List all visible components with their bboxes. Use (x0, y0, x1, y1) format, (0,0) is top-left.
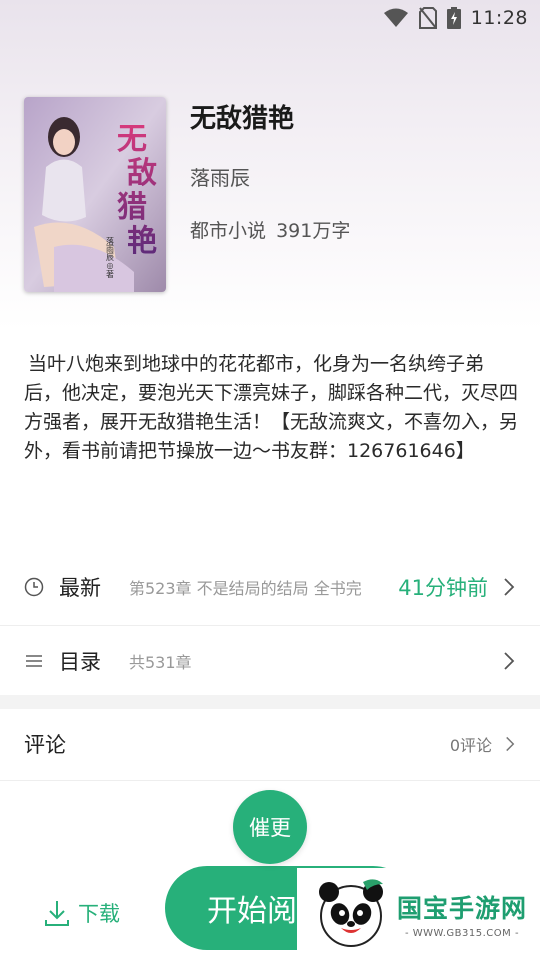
book-category: 都市小说 (190, 220, 267, 242)
chevron-right-icon (504, 578, 515, 596)
latest-update-time: 41分钟前 (398, 576, 488, 600)
section-divider (0, 695, 540, 709)
comments-count: 0评论 (449, 736, 492, 755)
divider (0, 780, 540, 781)
watermark-url: - WWW.GB315.COM - (404, 928, 520, 939)
comments-row[interactable]: 评论 0评论 (0, 709, 540, 779)
latest-chapter-row[interactable]: 最新 第523章 不是结局的结局 全书完 41分钟前 (0, 553, 540, 621)
status-time: 11:28 (470, 7, 528, 29)
battery-charging-icon (446, 7, 461, 29)
panda-logo (319, 879, 383, 947)
toc-label: 目录 (59, 650, 101, 674)
table-of-contents-row[interactable]: 目录 共531章 (0, 627, 540, 695)
cover-author-text: 落雨辰◎著 (106, 236, 115, 279)
download-label: 下载 (78, 902, 120, 926)
list-icon (26, 655, 42, 667)
clock-icon (24, 577, 44, 597)
book-cover[interactable]: 无敌猎艳 落雨辰◎著 (24, 97, 166, 292)
chevron-right-icon (506, 736, 515, 752)
chevron-right-icon (504, 652, 515, 670)
status-bar: 11:28 (0, 0, 540, 36)
latest-chapter-title: 第523章 不是结局的结局 全书完 (129, 579, 362, 598)
book-word-count: 391万字 (276, 220, 351, 242)
watermark-overlay: 国宝手游网 - WWW.GB315.COM - (297, 868, 540, 960)
urge-update-button[interactable]: 催更 (233, 790, 307, 864)
book-meta: 都市小说 391万字 (190, 216, 354, 243)
watermark-title: 国宝手游网 (397, 894, 528, 923)
book-author[interactable]: 落雨辰 (190, 162, 250, 191)
comments-label: 评论 (24, 733, 66, 757)
no-sim-icon (418, 7, 437, 29)
book-description: 当叶八炮来到地球中的花花都市，化身为一名纨绔子弟后，他决定，要泡光天下漂亮妹子，… (24, 353, 519, 462)
latest-label: 最新 (59, 576, 101, 600)
wifi-icon (383, 8, 408, 27)
divider (0, 625, 540, 626)
toc-chapter-count: 共531章 (129, 653, 192, 672)
book-title: 无敌猎艳 (190, 104, 295, 134)
download-icon (45, 901, 69, 926)
download-button[interactable]: 下载 (44, 898, 120, 928)
